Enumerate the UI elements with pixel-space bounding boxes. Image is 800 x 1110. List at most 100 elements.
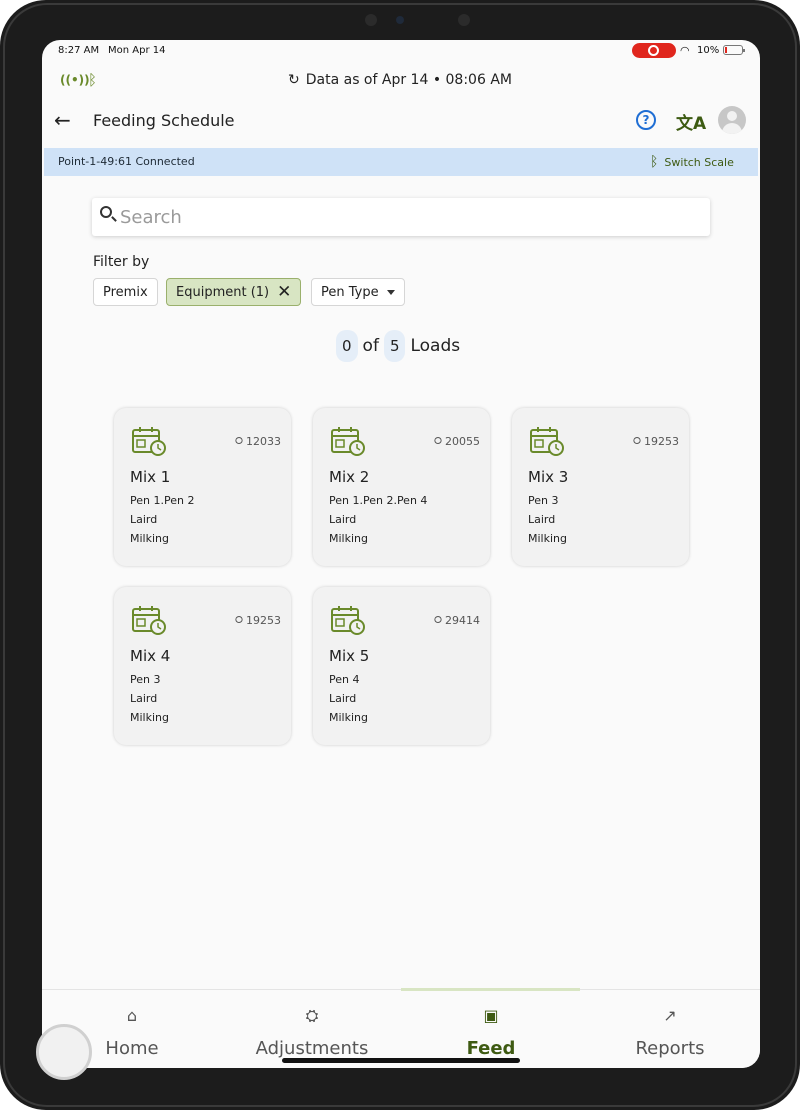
calendar-clock-icon — [331, 426, 365, 456]
mix-location: Laird — [528, 513, 556, 526]
mix-type: Milking — [329, 711, 368, 724]
avatar[interactable] — [718, 106, 746, 134]
loads-of: of — [362, 336, 379, 356]
mix-name: Mix 1 — [130, 468, 171, 486]
chevron-down-icon — [386, 289, 395, 295]
mix-name: Mix 2 — [329, 468, 370, 486]
bottom-nav: ⌂ Home ⛭ Adjustments ▣ Feed ↗ Reports — [42, 988, 760, 1068]
mix-type: Milking — [130, 711, 169, 724]
bluetooth-icon: ᛒ — [650, 154, 659, 170]
nav-reports[interactable]: ↗ Reports — [580, 990, 760, 1068]
search-icon — [100, 206, 112, 218]
close-icon[interactable]: ✕ — [277, 283, 291, 301]
mix-type: Milking — [130, 532, 169, 545]
adjustments-icon: ⛭ — [305, 1006, 319, 1025]
app-bar: ← Feeding Schedule ? 文A — [42, 100, 760, 144]
mix-pens: Pen 3 — [528, 494, 559, 507]
camera-icon — [396, 16, 404, 24]
mix-name: Mix 4 — [130, 647, 171, 665]
feed-weight-icon: ⭘ — [633, 436, 641, 447]
calendar-clock-icon — [132, 426, 166, 456]
status-bar: 8:27 AM Mon Apr 14 ◠ 10% — [42, 40, 760, 62]
mix-location: Laird — [329, 692, 357, 705]
bluetooth-icon[interactable]: ᛒ — [88, 71, 97, 89]
home-indicator[interactable] — [282, 1058, 520, 1063]
feed-weight-icon: ⭘ — [434, 615, 442, 626]
sensor-dot — [365, 14, 377, 26]
mix-weight-value: 29414 — [445, 614, 480, 627]
back-arrow-icon[interactable]: ← — [54, 108, 71, 132]
nav-feed[interactable]: ▣ Feed — [401, 990, 581, 1068]
assistive-touch-button[interactable] — [36, 1024, 92, 1080]
loads-total: 5 — [383, 330, 406, 362]
switch-scale-label: Switch Scale — [664, 155, 734, 169]
mix-pens: Pen 4 — [329, 673, 360, 686]
mix-location: Laird — [329, 513, 357, 526]
chip-label: Equipment (1) — [176, 284, 270, 300]
calendar-clock-icon — [132, 605, 166, 635]
status-date: Mon Apr 14 — [108, 45, 166, 56]
mix-name: Mix 3 — [528, 468, 569, 486]
search-bar — [92, 198, 710, 236]
nav-label: Feed — [466, 1038, 516, 1059]
mix-weight-value: 19253 — [644, 435, 679, 448]
mix-card[interactable]: ⭘ 20055 Mix 2 Pen 1.Pen 2.Pen 4 Laird Milking — [313, 408, 490, 566]
feed-weight-icon: ⭘ — [434, 436, 442, 447]
mix-card[interactable]: ⭘ 19253 Mix 3 Pen 3 Laird Milking — [512, 408, 689, 566]
help-icon[interactable]: ? — [636, 110, 656, 130]
mix-weight: ⭘ 29414 — [434, 614, 480, 627]
feed-weight-icon: ⭘ — [235, 436, 243, 447]
mix-weight: ⭘ 19253 — [633, 435, 679, 448]
mix-card[interactable]: ⭘ 29414 Mix 5 Pen 4 Laird Milking — [313, 587, 490, 745]
mix-location: Laird — [130, 513, 158, 526]
wifi-icon: ◠ — [680, 44, 690, 57]
filter-chip-premix[interactable]: Premix — [93, 278, 158, 306]
nav-label: Reports — [635, 1038, 705, 1059]
filter-chip-equipment[interactable]: Equipment (1) ✕ — [166, 278, 302, 306]
mix-weight: ⭘ 12033 — [235, 435, 281, 448]
data-timestamp: ↻ Data as of Apr 14 • 08:06 AM — [288, 72, 512, 88]
mix-pens: Pen 3 — [130, 673, 161, 686]
connection-status: Point-1-49:61 Connected — [58, 155, 195, 168]
calendar-clock-icon — [530, 426, 564, 456]
mix-weight-value: 12033 — [246, 435, 281, 448]
mix-name: Mix 5 — [329, 647, 370, 665]
reports-icon: ↗ — [663, 1006, 677, 1025]
mix-location: Laird — [130, 692, 158, 705]
info-row: ((•)) ᛒ ↻ Data as of Apr 14 • 08:06 AM — [42, 66, 760, 96]
search-input[interactable] — [120, 202, 700, 232]
status-time: 8:27 AM — [58, 45, 100, 56]
feed-weight-icon: ⭘ — [235, 615, 243, 626]
translate-icon[interactable]: 文A — [676, 109, 706, 134]
mix-pens: Pen 1.Pen 2 — [130, 494, 195, 507]
mix-type: Milking — [528, 532, 567, 545]
battery-percent: 10% — [697, 45, 720, 56]
sync-icon[interactable]: ↻ — [288, 72, 300, 88]
mix-weight: ⭘ 20055 — [434, 435, 480, 448]
loads-done: 0 — [336, 330, 358, 362]
page-title: Feeding Schedule — [93, 111, 235, 130]
loads-label: Loads — [410, 336, 461, 356]
filter-chip-pen-type[interactable]: Pen Type — [311, 278, 405, 306]
screen: 8:27 AM Mon Apr 14 ◠ 10% ((•)) ᛒ ↻ Data a… — [42, 40, 760, 1068]
filter-by-label: Filter by — [93, 254, 150, 270]
feed-icon: ▣ — [483, 1006, 499, 1025]
mix-weight-value: 19253 — [246, 614, 281, 627]
calendar-clock-icon — [331, 605, 365, 635]
mix-card[interactable]: ⭘ 12033 Mix 1 Pen 1.Pen 2 Laird Milking — [114, 408, 291, 566]
chip-label: Pen Type — [321, 284, 379, 300]
mix-weight: ⭘ 19253 — [235, 614, 281, 627]
battery-icon — [723, 45, 745, 55]
home-icon: ⌂ — [126, 1006, 138, 1025]
switch-scale-button[interactable]: ᛒ Switch Scale — [650, 152, 734, 172]
connection-banner: Point-1-49:61 Connected ᛒ Switch Scale — [44, 148, 758, 176]
device-frame: 8:27 AM Mon Apr 14 ◠ 10% ((•)) ᛒ ↻ Data a… — [0, 0, 800, 1110]
nav-adjustments[interactable]: ⛭ Adjustments — [222, 990, 402, 1068]
data-timestamp-text: Data as of Apr 14 • 08:06 AM — [305, 72, 512, 88]
mix-pens: Pen 1.Pen 2.Pen 4 — [329, 494, 428, 507]
mix-card[interactable]: ⭘ 19253 Mix 4 Pen 3 Laird Milking — [114, 587, 291, 745]
mix-weight-value: 20055 — [445, 435, 480, 448]
signal-icon: ((•)) — [60, 73, 90, 87]
mix-type: Milking — [329, 532, 368, 545]
sensor-dot — [458, 14, 470, 26]
